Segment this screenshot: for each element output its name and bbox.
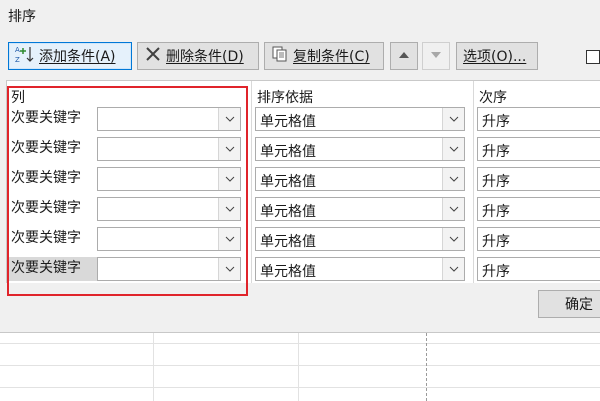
delete-x-icon — [144, 45, 162, 67]
add-level-label: 添加条件(A) — [39, 49, 116, 65]
row-label: 次要关键字 — [11, 230, 81, 246]
triangle-down-icon — [430, 48, 442, 64]
page-break-line — [426, 333, 427, 401]
spreadsheet-background — [0, 332, 600, 401]
order-value: 升序 — [482, 114, 510, 130]
chevron-down-icon[interactable] — [218, 258, 240, 280]
chevron-down-icon[interactable] — [218, 228, 240, 250]
column-select[interactable] — [97, 107, 241, 131]
options-label: 选项(O)... — [463, 49, 527, 65]
grid-divider — [251, 81, 252, 283]
triangle-up-icon — [398, 48, 410, 64]
ok-button[interactable]: 确定 — [538, 290, 600, 318]
chevron-down-icon[interactable] — [442, 198, 464, 220]
order-value: 升序 — [482, 264, 510, 280]
sort-levels-grid: 列 排序依据 次序 次要关键字 单元格值 升序 次要关键字 单元格值 升序 次要… — [6, 80, 600, 283]
sort-on-select[interactable]: 单元格值 — [255, 197, 465, 221]
move-up-button[interactable] — [390, 42, 418, 70]
move-down-button[interactable] — [422, 42, 450, 70]
delete-level-label: 删除条件(D) — [166, 49, 244, 65]
order-select[interactable]: 升序 — [477, 227, 600, 251]
order-value: 升序 — [482, 174, 510, 190]
sort-on-select[interactable]: 单元格值 — [255, 227, 465, 251]
order-select[interactable]: 升序 — [477, 257, 600, 281]
chevron-down-icon[interactable] — [442, 228, 464, 250]
row-label: 次要关键字 — [11, 260, 81, 276]
chevron-down-icon[interactable] — [218, 168, 240, 190]
sheet-gridline — [298, 333, 299, 401]
sort-on-value: 单元格值 — [260, 144, 316, 160]
add-level-button[interactable]: A Z 添加条件(A) — [8, 42, 132, 70]
copy-icon — [271, 45, 289, 67]
sheet-gridline — [0, 365, 600, 366]
header-row-checkbox[interactable] — [586, 50, 600, 64]
copy-level-button[interactable]: 复制条件(C) — [264, 42, 384, 70]
order-select[interactable]: 升序 — [477, 107, 600, 131]
grid-divider — [473, 81, 474, 283]
sort-az-icon: A Z — [15, 44, 35, 68]
chevron-down-icon[interactable] — [442, 258, 464, 280]
column-header: 列 — [11, 90, 25, 106]
row-label: 次要关键字 — [11, 110, 81, 126]
row-label: 次要关键字 — [11, 140, 81, 156]
toolbar: A Z 添加条件(A) 删除条件(D) 复制条件(C) 选项(O)... — [0, 42, 600, 74]
chevron-down-icon[interactable] — [442, 138, 464, 160]
delete-level-button[interactable]: 删除条件(D) — [137, 42, 259, 70]
order-select[interactable]: 升序 — [477, 197, 600, 221]
sort-on-value: 单元格值 — [260, 204, 316, 220]
sheet-gridline — [0, 387, 600, 388]
order-value: 升序 — [482, 234, 510, 250]
column-select[interactable] — [97, 167, 241, 191]
sort-on-value: 单元格值 — [260, 174, 316, 190]
order-value: 升序 — [482, 204, 510, 220]
sort-on-select[interactable]: 单元格值 — [255, 137, 465, 161]
svg-text:A: A — [15, 46, 20, 54]
svg-text:Z: Z — [15, 56, 20, 64]
sort-on-value: 单元格值 — [260, 234, 316, 250]
sort-on-select[interactable]: 单元格值 — [255, 167, 465, 191]
column-select[interactable] — [97, 257, 241, 281]
column-select[interactable] — [97, 197, 241, 221]
sheet-gridline — [0, 343, 600, 344]
sort-dialog: 排序 A Z 添加条件(A) 删除条件(D) 复制条件(C) 选项(O)... … — [0, 0, 600, 332]
sort-on-value: 单元格值 — [260, 114, 316, 130]
chevron-down-icon[interactable] — [442, 168, 464, 190]
column-select[interactable] — [97, 227, 241, 251]
options-button[interactable]: 选项(O)... — [456, 42, 538, 70]
chevron-down-icon[interactable] — [218, 138, 240, 160]
order-select[interactable]: 升序 — [477, 167, 600, 191]
sheet-gridline — [153, 333, 154, 401]
order-value: 升序 — [482, 144, 510, 160]
order-select[interactable]: 升序 — [477, 137, 600, 161]
sort-on-value: 单元格值 — [260, 264, 316, 280]
dialog-title: 排序 — [8, 9, 36, 25]
row-label: 次要关键字 — [11, 200, 81, 216]
sort-on-select[interactable]: 单元格值 — [255, 107, 465, 131]
chevron-down-icon[interactable] — [218, 198, 240, 220]
sort-on-select[interactable]: 单元格值 — [255, 257, 465, 281]
order-header: 次序 — [479, 90, 507, 106]
sort-on-header: 排序依据 — [257, 90, 313, 106]
chevron-down-icon[interactable] — [442, 108, 464, 130]
column-select[interactable] — [97, 137, 241, 161]
chevron-down-icon[interactable] — [218, 108, 240, 130]
row-label: 次要关键字 — [11, 170, 81, 186]
copy-level-label: 复制条件(C) — [293, 49, 370, 65]
